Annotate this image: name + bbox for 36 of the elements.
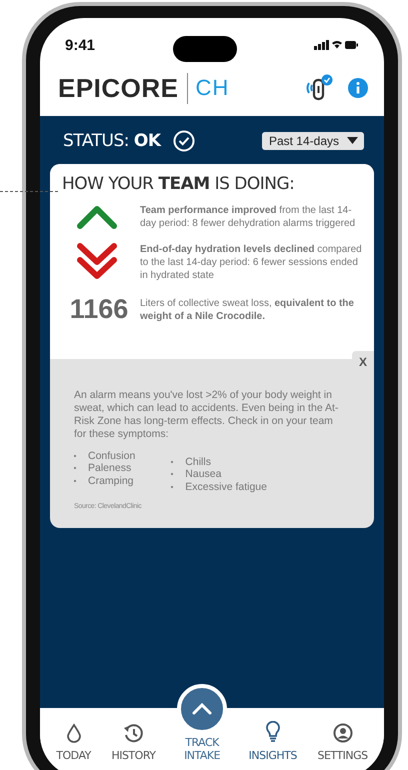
nav-tab[interactable]: TRACK INTAKE bbox=[176, 684, 228, 762]
trend-description: Liters of collective sweat loss, equivalent to the weight of a Nile Crocodile. bbox=[140, 296, 355, 322]
signal-wifi-battery-icon bbox=[314, 39, 358, 51]
nav-tab[interactable]: TODAY bbox=[56, 723, 91, 762]
nav-tab[interactable]: HISTORY bbox=[111, 723, 156, 762]
nav-tab[interactable]: INSIGHTS bbox=[248, 721, 297, 762]
user-circle-icon bbox=[332, 723, 353, 743]
up-chevron-icon bbox=[76, 204, 118, 230]
status-label: STATUS: OK bbox=[63, 131, 161, 151]
bullet-icon bbox=[171, 486, 174, 488]
bullet-icon bbox=[171, 473, 174, 476]
bullet-icon bbox=[171, 460, 174, 463]
nav-tab[interactable]: SETTINGS bbox=[317, 723, 368, 762]
symptom-item: Chills bbox=[185, 456, 211, 468]
camera-island bbox=[172, 36, 237, 62]
double-down-chevron-icon bbox=[76, 242, 118, 282]
sensor-connected-icon[interactable] bbox=[304, 74, 334, 102]
lightbulb-icon bbox=[264, 721, 281, 743]
dropdown-caret-icon bbox=[347, 137, 358, 145]
symptom-item: Nausea bbox=[185, 468, 222, 481]
symptom-item: Paleness bbox=[88, 462, 132, 475]
symptom-item: Confusion bbox=[88, 450, 136, 462]
info-icon[interactable] bbox=[348, 78, 368, 98]
water-drop-icon bbox=[66, 723, 82, 743]
trend-description: Team performance improved from the last 14-day period: 8 fewer dehydration alarms triggered bbox=[140, 204, 356, 230]
logo-subtitle: CH bbox=[194, 75, 230, 101]
status-time: 9:41 bbox=[65, 36, 96, 54]
section-title: HOW YOUR TEAM IS DOING: bbox=[62, 174, 296, 194]
logo-wordmark: EPICORE bbox=[58, 72, 188, 104]
period-dropdown[interactable]: Past 14-days bbox=[262, 132, 364, 150]
symptom-item: Excessive fatigue bbox=[185, 480, 267, 494]
alarm-explanation: An alarm means you've lost >2% of your body weight in sweat, which can lead to accidents. Even being in the At-Risk Zone has long-term effects. Check in on your team for these symptoms: bbox=[74, 389, 340, 442]
symptom-item: Cramping bbox=[88, 474, 134, 488]
trend-description: End-of-day hydration levels declined compared to the last 14-day period: 6 fewer sessions ended in hydrated state bbox=[140, 242, 363, 282]
sweat-loss-value: 1166 bbox=[70, 294, 128, 325]
history-icon bbox=[123, 723, 144, 743]
